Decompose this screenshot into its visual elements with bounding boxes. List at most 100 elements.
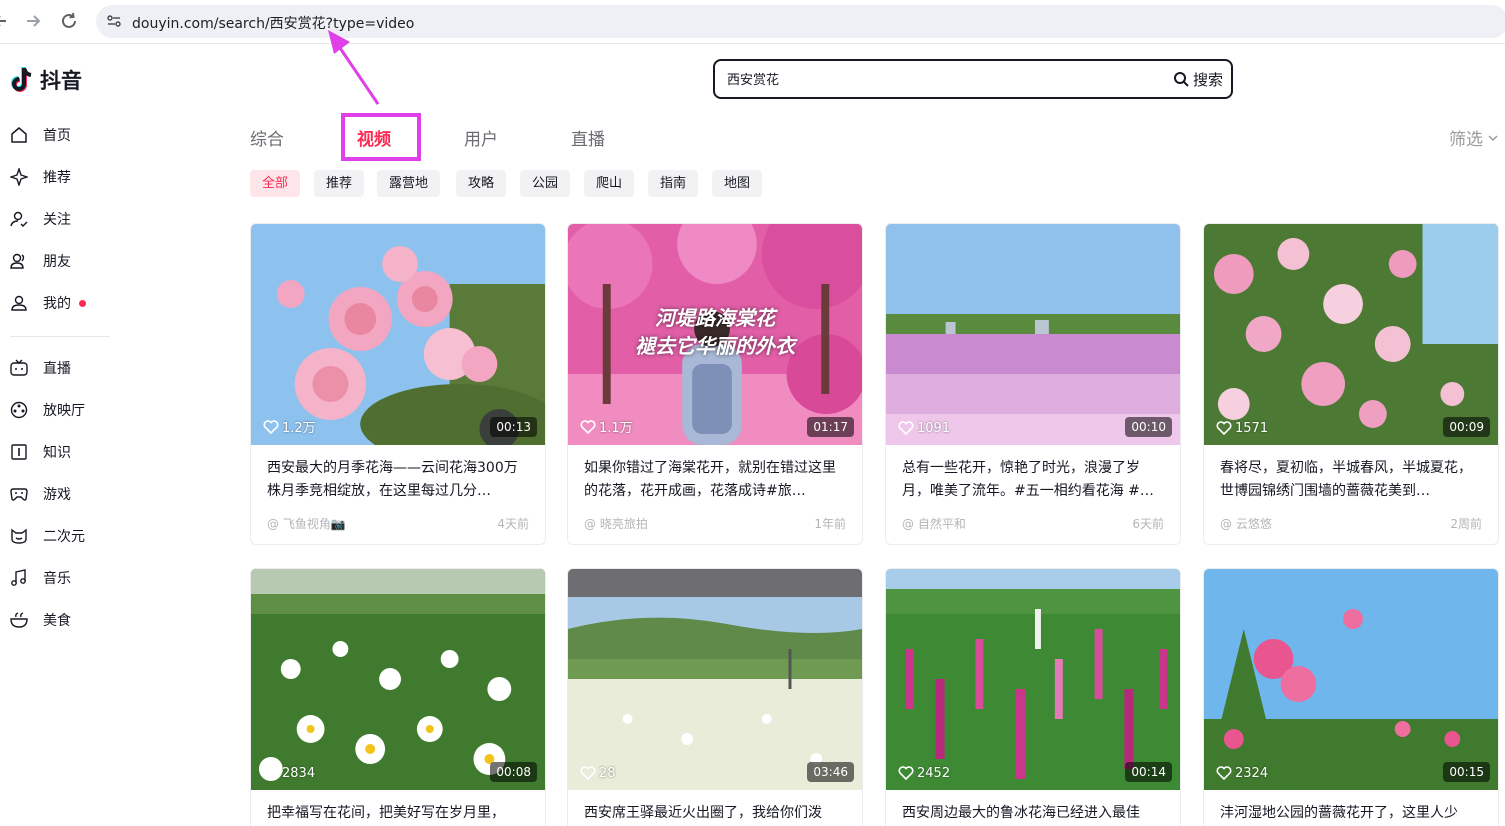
bowl-icon	[10, 612, 28, 628]
video-description[interactable]: 总有一些花开，惊艳了时光，浪漫了岁月，唯美了流年。#五一相约看花海 #…	[886, 445, 1180, 505]
like-count: 1.1万	[580, 417, 633, 436]
video-card[interactable]: 1571 00:09 春将尽，夏初临，半城春风，半城夏花，世博园锦绣门围墙的蔷薇…	[1203, 223, 1499, 545]
chip-campsite[interactable]: 露营地	[377, 170, 441, 197]
video-card[interactable]: 2452 00:14 西安周边最大的鲁冰花海已经进入最佳	[885, 568, 1181, 826]
sidebar-item-knowledge[interactable]: 知识	[10, 440, 71, 464]
filter-label: 筛选	[1449, 130, 1483, 150]
video-card[interactable]: 1091 00:10 总有一些花开，惊艳了时光，浪漫了岁月，唯美了流年。#五一相…	[885, 223, 1181, 545]
search-button[interactable]: 搜索	[1173, 68, 1223, 90]
video-thumbnail[interactable]: 28 03:46	[568, 569, 862, 790]
sidebar-item-mine[interactable]: 我的	[10, 291, 86, 315]
sidebar-item-food[interactable]: 美食	[10, 608, 71, 632]
video-card[interactable]: 2324 00:15 沣河湿地公园的蔷薇花开了，这里人少	[1203, 568, 1499, 826]
like-count-text: 2324	[1235, 765, 1269, 781]
video-duration: 00:09	[1443, 417, 1490, 437]
lupine-field-photo	[886, 569, 1180, 790]
sidebar-item-anime[interactable]: 二次元	[10, 524, 85, 548]
video-thumbnail[interactable]: 2834 00:08	[251, 569, 545, 790]
film-reel-icon	[10, 401, 28, 419]
sidebar-label: 关注	[43, 212, 71, 228]
video-author[interactable]: @ 晓亮旅拍	[584, 515, 648, 532]
video-description[interactable]: 沣河湿地公园的蔷薇花开了，这里人少	[1204, 790, 1498, 826]
site-settings-icon[interactable]	[106, 13, 122, 29]
tab-video[interactable]: 视频	[357, 125, 391, 150]
video-description[interactable]: 西安最大的月季花海——云间花海300万株月季竞相绽放，在这里每过几分…	[251, 445, 545, 505]
app-logo[interactable]: 抖音	[10, 65, 82, 95]
chevron-down-icon	[1488, 134, 1498, 141]
sidebar-item-friends[interactable]: 朋友	[10, 249, 71, 273]
sidebar-item-follow[interactable]: 关注	[10, 207, 71, 231]
video-author[interactable]: @ 飞鱼视角📷	[267, 515, 346, 532]
video-card[interactable]: 28 03:46 西安席王驿最近火出圈了，我给你们泼	[567, 568, 863, 826]
video-duration: 00:13	[490, 417, 537, 437]
video-overlay-subtitle: 褪去它华丽的外衣	[635, 334, 795, 358]
video-thumbnail[interactable]: 2324 00:15	[1204, 569, 1498, 790]
video-author[interactable]: @ 自然平和	[902, 515, 966, 532]
search-box: 搜索	[713, 59, 1233, 99]
video-description[interactable]: 如果你错过了海棠花开，就别在错过这里的花落，花开成画，花落成诗#旅…	[568, 445, 862, 505]
flower-field-photo	[886, 224, 1180, 445]
page-root: douyin.com/search/西安赏花?type=video 抖音 首页 …	[0, 0, 1505, 826]
chip-park[interactable]: 公园	[520, 170, 571, 197]
tab-general[interactable]: 综合	[250, 125, 284, 150]
heart-icon	[580, 419, 596, 434]
chip-hiking[interactable]: 爬山	[584, 170, 635, 197]
video-card[interactable]: 2834 00:08 把幸福写在花间，把美好写在岁月里，	[250, 568, 546, 826]
heart-icon	[263, 419, 279, 434]
heart-icon	[1216, 766, 1232, 781]
video-thumbnail[interactable]: 1.2万 00:13	[251, 224, 545, 445]
video-description[interactable]: 把幸福写在花间，把美好写在岁月里，	[251, 790, 545, 826]
follow-icon	[10, 211, 28, 227]
like-count: 2324	[1216, 765, 1268, 781]
gamepad-icon	[10, 488, 28, 501]
like-count: 28	[580, 765, 616, 781]
chip-recommend[interactable]: 推荐	[314, 170, 365, 197]
forward-arrow-icon[interactable]	[22, 10, 44, 32]
sidebar-item-live[interactable]: 直播	[10, 356, 71, 380]
back-arrow-icon[interactable]	[0, 10, 14, 32]
douyin-logo-icon	[11, 67, 32, 92]
tab-users[interactable]: 用户	[464, 125, 498, 150]
browser-toolbar: douyin.com/search/西安赏花?type=video	[0, 0, 1505, 44]
video-description[interactable]: 西安周边最大的鲁冰花海已经进入最佳	[886, 790, 1180, 826]
video-thumbnail[interactable]: 1571 00:09	[1204, 224, 1498, 445]
video-meta: @ 飞鱼视角📷 4天前	[251, 505, 545, 544]
sidebar-label: 朋友	[43, 254, 71, 270]
search-icon	[1173, 72, 1189, 87]
chip-map[interactable]: 地图	[712, 170, 763, 197]
sidebar-item-recommend[interactable]: 推荐	[10, 165, 71, 189]
video-author[interactable]: @ 云悠悠	[1220, 515, 1272, 532]
sidebar-item-music[interactable]: 音乐	[10, 566, 71, 590]
sidebar-label: 首页	[43, 128, 71, 144]
sidebar-item-home[interactable]: 首页	[10, 123, 71, 147]
sparkle-icon	[10, 168, 28, 186]
sidebar-label: 游戏	[43, 487, 71, 503]
video-thumbnail[interactable]: 2452 00:14	[886, 569, 1180, 790]
reload-icon[interactable]	[58, 10, 80, 32]
like-count-text: 1.2万	[282, 421, 316, 436]
video-description[interactable]: 春将尽，夏初临，半城春风，半城夏花，世博园锦绣门围墙的蔷薇花美到…	[1204, 445, 1498, 505]
chip-all[interactable]: 全部	[250, 170, 301, 197]
video-thumbnail[interactable]: 河堤路海棠花 褪去它华丽的外衣 1.1万 01:17	[568, 224, 862, 445]
rose-wall-photo	[1204, 224, 1498, 445]
video-meta: @ 云悠悠 2周前	[1204, 505, 1498, 544]
video-card[interactable]: 河堤路海棠花 褪去它华丽的外衣 1.1万 01:17 如果你错过了海棠花开，就别…	[567, 223, 863, 545]
filter-dropdown[interactable]: 筛选	[1449, 125, 1499, 150]
address-bar[interactable]: douyin.com/search/西安赏花?type=video	[96, 5, 1505, 38]
sidebar-item-games[interactable]: 游戏	[10, 482, 71, 506]
like-count-text: 1571	[1235, 420, 1269, 436]
chip-tips[interactable]: 指南	[648, 170, 699, 197]
video-description[interactable]: 西安席王驿最近火出圈了，我给你们泼	[568, 790, 862, 826]
hillside-field-photo	[568, 569, 862, 790]
sidebar-label: 我的	[43, 296, 71, 312]
sidebar-item-theater[interactable]: 放映厅	[10, 398, 85, 422]
chip-guide[interactable]: 攻略	[456, 170, 507, 197]
search-input[interactable]	[727, 71, 1147, 86]
user-icon	[11, 295, 27, 311]
tab-live[interactable]: 直播	[571, 125, 605, 150]
home-icon	[11, 127, 27, 143]
video-duration: 01:17	[807, 417, 854, 437]
pink-rose-sky-photo	[1204, 569, 1498, 790]
video-thumbnail[interactable]: 1091 00:10	[886, 224, 1180, 445]
video-card[interactable]: 1.2万 00:13 西安最大的月季花海——云间花海300万株月季竞相绽放，在这…	[250, 223, 546, 545]
